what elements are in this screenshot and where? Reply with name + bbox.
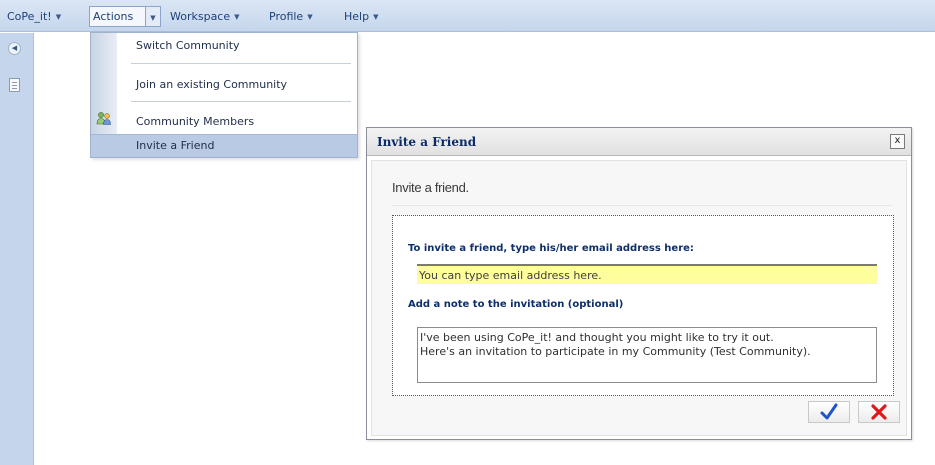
- chevron-down-icon: ▼: [234, 13, 240, 21]
- checkmark-icon: [820, 403, 838, 420]
- menu-bar: CoPe_it! ▼ Actions ▼ Workspace ▼ Profile ▼ …: [0, 0, 935, 32]
- x-icon: [871, 404, 887, 420]
- note-textarea[interactable]: I've been using CoPe_it! and thought you…: [417, 327, 877, 383]
- menu-help[interactable]: Help ▼: [344, 8, 378, 26]
- menu-item-invite-highlight: [91, 134, 357, 157]
- cancel-button[interactable]: [858, 401, 900, 423]
- menu-profile-label: Profile: [269, 10, 304, 23]
- actions-dropdown-menu: Switch Community Join an existing Commun…: [90, 32, 358, 158]
- chevron-down-icon: ▼: [373, 13, 379, 21]
- dialog-title: Invite a Friend: [377, 135, 477, 149]
- chevron-down-icon: ▼: [150, 14, 156, 22]
- invite-form: To invite a friend, type his/her email a…: [392, 215, 894, 396]
- menu-item-community-members[interactable]: Community Members: [136, 115, 254, 128]
- close-icon[interactable]: x: [890, 134, 905, 149]
- menu-item-switch-community[interactable]: Switch Community: [136, 39, 240, 52]
- menu-actions-dropdown-button[interactable]: ▼: [145, 7, 160, 26]
- dialog-title-bar[interactable]: Invite a Friend x: [367, 128, 911, 156]
- note-label: Add a note to the invitation (optional): [408, 299, 624, 310]
- menu-separator: [131, 101, 351, 102]
- collapse-left-icon[interactable]: ◀: [8, 42, 21, 55]
- menu-item-invite-friend[interactable]: Invite a Friend: [136, 139, 214, 152]
- chevron-down-icon: ▼: [307, 13, 313, 21]
- invite-friend-dialog: Invite a Friend x Invite a friend. To in…: [366, 127, 912, 440]
- menu-actions[interactable]: Actions ▼: [89, 6, 161, 27]
- ok-button[interactable]: [808, 401, 850, 423]
- menu-actions-label: Actions: [93, 10, 134, 23]
- dialog-heading: Invite a friend.: [392, 180, 469, 195]
- menu-cope-it[interactable]: CoPe_it! ▼: [7, 8, 61, 26]
- menu-profile[interactable]: Profile ▼: [269, 8, 313, 26]
- menu-item-join-community[interactable]: Join an existing Community: [136, 78, 287, 91]
- menu-separator: [131, 63, 351, 64]
- menu-workspace-label: Workspace: [170, 10, 231, 23]
- dialog-body: Invite a friend. To invite a friend, typ…: [371, 160, 907, 436]
- menu-workspace[interactable]: Workspace ▼: [170, 8, 240, 26]
- menu-cope-it-label: CoPe_it!: [7, 10, 52, 23]
- email-label: To invite a friend, type his/her email a…: [408, 243, 694, 254]
- divider: [392, 205, 892, 206]
- chevron-down-icon: ▼: [55, 13, 62, 21]
- document-icon[interactable]: [9, 78, 20, 92]
- left-sidebar: ◀: [0, 33, 34, 465]
- email-field[interactable]: [417, 264, 877, 284]
- menu-help-label: Help: [344, 10, 370, 23]
- users-icon: [96, 112, 111, 125]
